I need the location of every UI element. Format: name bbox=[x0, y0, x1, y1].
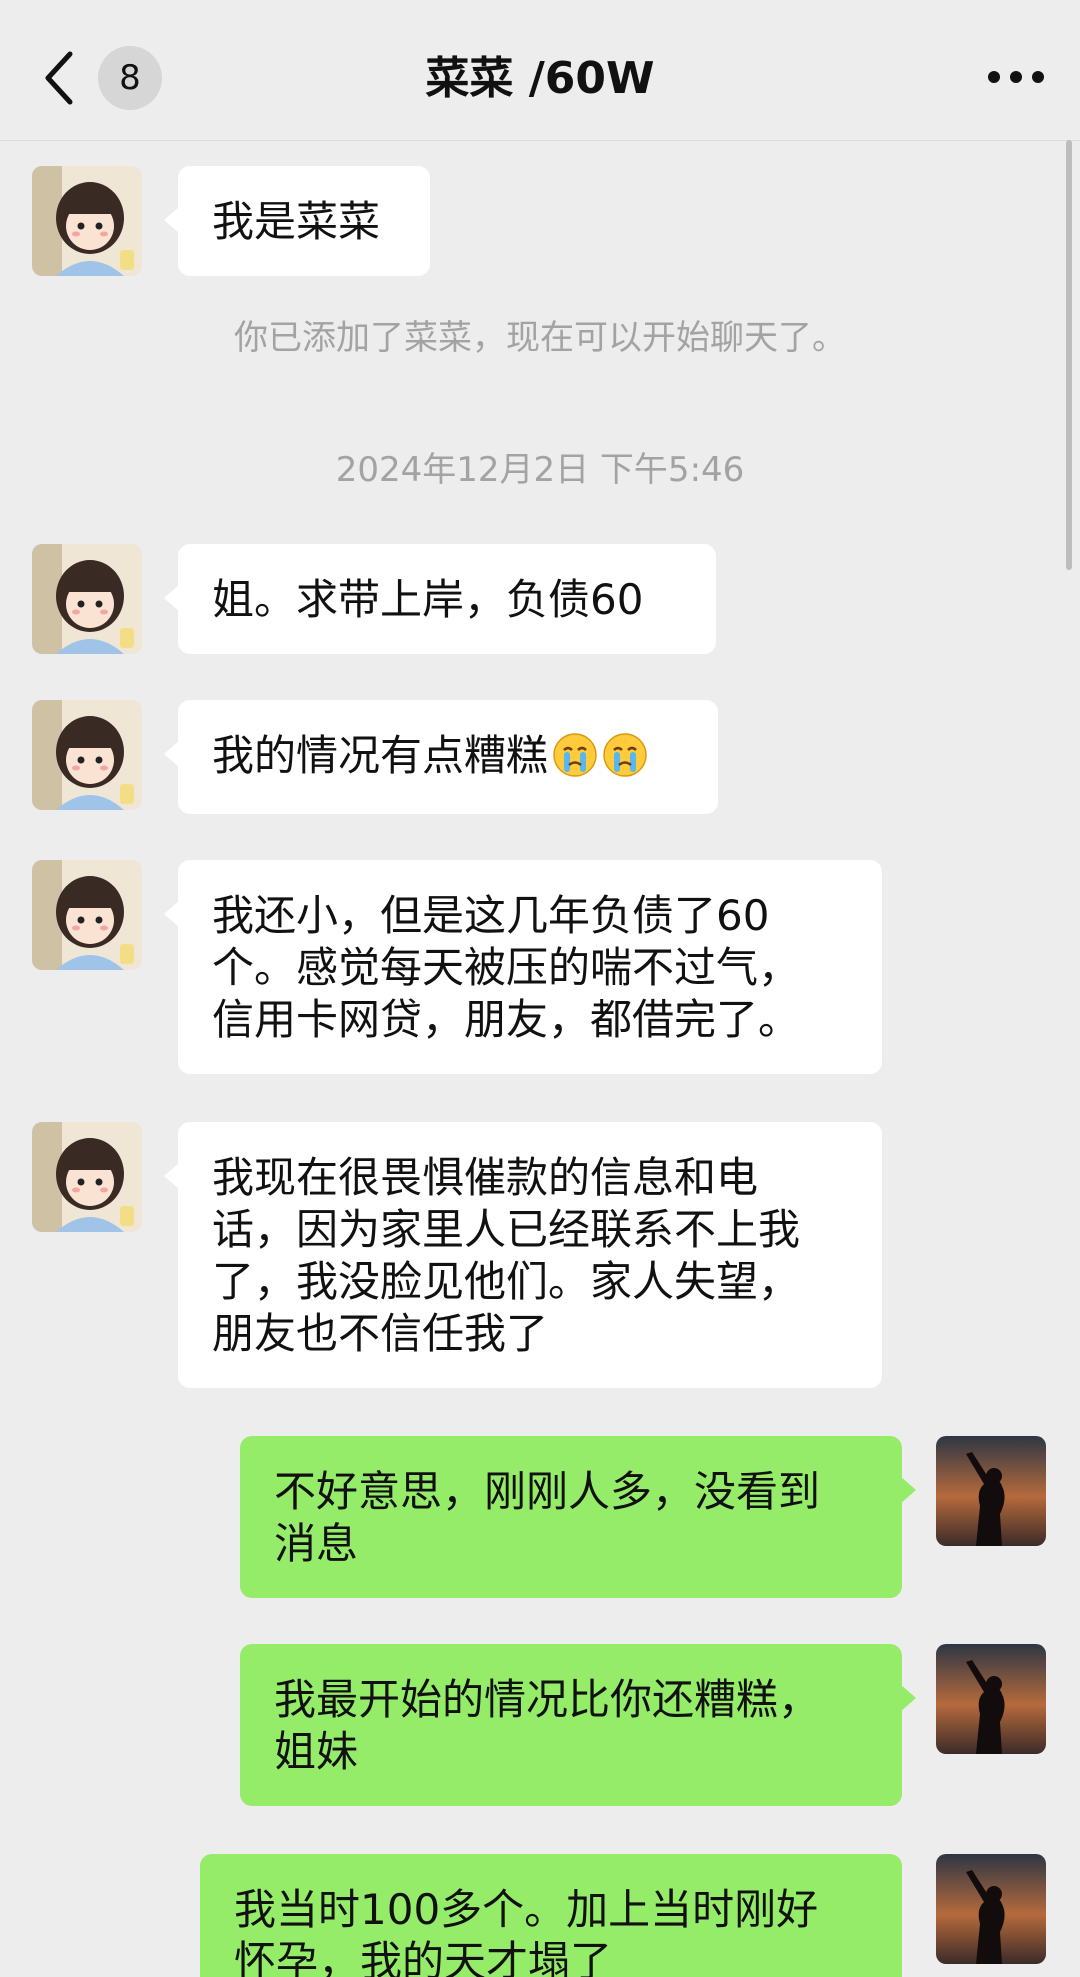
message-line: 话，因为家里人已经联系不上我 bbox=[212, 1205, 801, 1254]
chat-header: 8 菜菜 /60W bbox=[0, 0, 1080, 141]
message-text: 我的情况有点糟糕 bbox=[212, 731, 549, 780]
my-avatar[interactable] bbox=[936, 1644, 1046, 1754]
contact-avatar[interactable] bbox=[32, 166, 142, 276]
contact-avatar[interactable] bbox=[32, 544, 142, 654]
message-bubble-incoming[interactable]: 我还小，但是这几年负债了60 个。感觉每天被压的喘不过气， 信用卡网贷，朋友，都… bbox=[164, 860, 882, 1074]
message-line: 不好意思，刚刚人多，没看到 bbox=[274, 1467, 821, 1516]
crying-face-icon bbox=[553, 733, 597, 777]
message-line: 姐妹 bbox=[274, 1727, 359, 1776]
message-bubble-incoming[interactable]: 我是菜菜 bbox=[164, 166, 430, 276]
sunset-silhouette-avatar-icon bbox=[936, 1644, 1046, 1754]
message-text: 姐。求带上岸，负债60 bbox=[212, 575, 644, 624]
message-bubble-outgoing[interactable]: 我最开始的情况比你还糟糕， 姐妹 bbox=[240, 1644, 916, 1806]
message-text: 我是菜菜 bbox=[212, 197, 381, 246]
sunset-silhouette-avatar-icon bbox=[936, 1854, 1046, 1964]
message-line: 怀孕，我的天才塌了 bbox=[234, 1937, 613, 1977]
girl-avatar-icon bbox=[32, 700, 142, 810]
girl-avatar-icon bbox=[32, 860, 142, 970]
message-line: 我最开始的情况比你还糟糕， bbox=[274, 1675, 821, 1724]
message-line: 我现在很畏惧催款的信息和电 bbox=[212, 1153, 759, 1202]
message-bubble-incoming[interactable]: 我的情况有点糟糕 bbox=[164, 700, 718, 814]
my-avatar[interactable] bbox=[936, 1854, 1046, 1964]
message-line: 我还小，但是这几年负债了60 bbox=[212, 891, 770, 940]
message-line: 了，我没脸见他们。家人失望， bbox=[212, 1257, 801, 1306]
timestamp: 2024年12月2日 下午5:46 bbox=[335, 450, 745, 490]
message-bubble-outgoing[interactable]: 我当时100多个。加上当时刚好 怀孕，我的天才塌了 bbox=[200, 1854, 902, 1977]
message-bubble-incoming[interactable]: 姐。求带上岸，负债60 bbox=[164, 544, 716, 654]
contact-avatar[interactable] bbox=[32, 1122, 142, 1232]
girl-avatar-icon bbox=[32, 1122, 142, 1232]
my-avatar[interactable] bbox=[936, 1436, 1046, 1546]
contact-avatar[interactable] bbox=[32, 860, 142, 970]
message-bubble-outgoing[interactable]: 不好意思，刚刚人多，没看到 消息 bbox=[240, 1436, 916, 1598]
girl-avatar-icon bbox=[32, 166, 142, 276]
system-notice: 你已添加了菜菜，现在可以开始聊天了。 bbox=[234, 318, 846, 358]
message-line: 我当时100多个。加上当时刚好 bbox=[234, 1885, 819, 1934]
sunset-silhouette-avatar-icon bbox=[936, 1436, 1046, 1546]
back-arrow-icon[interactable] bbox=[40, 48, 80, 108]
message-line: 信用卡网贷，朋友，都借完了。 bbox=[212, 995, 801, 1044]
message-bubble-incoming[interactable]: 我现在很畏惧催款的信息和电 话，因为家里人已经联系不上我 了，我没脸见他们。家人… bbox=[164, 1122, 882, 1388]
message-line: 消息 bbox=[274, 1519, 359, 1568]
girl-avatar-icon bbox=[32, 544, 142, 654]
message-line: 个。感觉每天被压的喘不过气， bbox=[212, 943, 801, 992]
more-options-icon[interactable] bbox=[986, 62, 1046, 92]
chat-title: 菜菜 /60W bbox=[425, 53, 655, 104]
message-line: 朋友也不信任我了 bbox=[212, 1309, 549, 1358]
unread-count-badge[interactable]: 8 bbox=[98, 46, 162, 110]
crying-face-icon bbox=[603, 733, 647, 777]
contact-avatar[interactable] bbox=[32, 700, 142, 810]
